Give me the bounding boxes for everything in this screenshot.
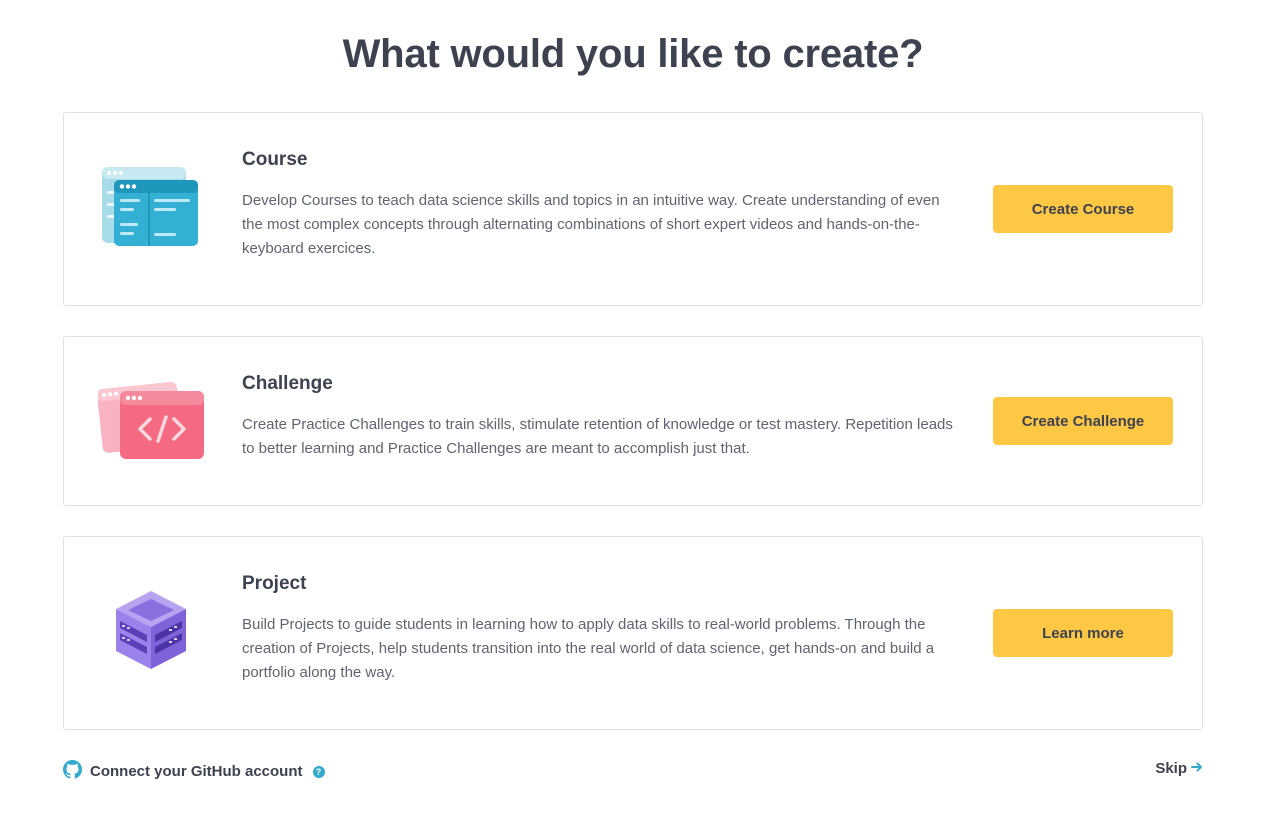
course-description: Develop Courses to teach data science sk… <box>242 192 940 257</box>
page-title: What would you like to create? <box>342 32 924 76</box>
github-icon <box>63 760 82 783</box>
course-card: Course Develop Courses to teach data sci… <box>63 112 1203 306</box>
skip-link[interactable]: Skip <box>1155 760 1203 777</box>
connect-github-link[interactable]: Connect your GitHub account ? <box>63 760 325 783</box>
connect-github-label: Connect your GitHub account <box>90 763 303 780</box>
create-course-button[interactable]: Create Course <box>993 185 1173 233</box>
code-window-icon <box>97 375 206 465</box>
learn-more-button[interactable]: Learn more <box>993 609 1173 657</box>
course-windows-icon <box>98 163 206 253</box>
project-description: Build Projects to guide students in lear… <box>242 616 935 681</box>
create-challenge-button[interactable]: Create Challenge <box>993 397 1173 445</box>
project-box-icon <box>98 587 206 677</box>
help-icon[interactable]: ? <box>312 765 325 778</box>
course-title: Course <box>242 149 308 170</box>
arrow-right-icon <box>1191 760 1203 777</box>
challenge-description: Create Practice Challenges to train skil… <box>242 416 953 457</box>
skip-label: Skip <box>1155 760 1187 777</box>
challenge-card: Challenge Create Practice Challenges to … <box>63 336 1203 506</box>
challenge-title: Challenge <box>242 373 333 394</box>
project-card: Project Build Projects to guide students… <box>63 536 1203 730</box>
project-title: Project <box>242 573 307 594</box>
